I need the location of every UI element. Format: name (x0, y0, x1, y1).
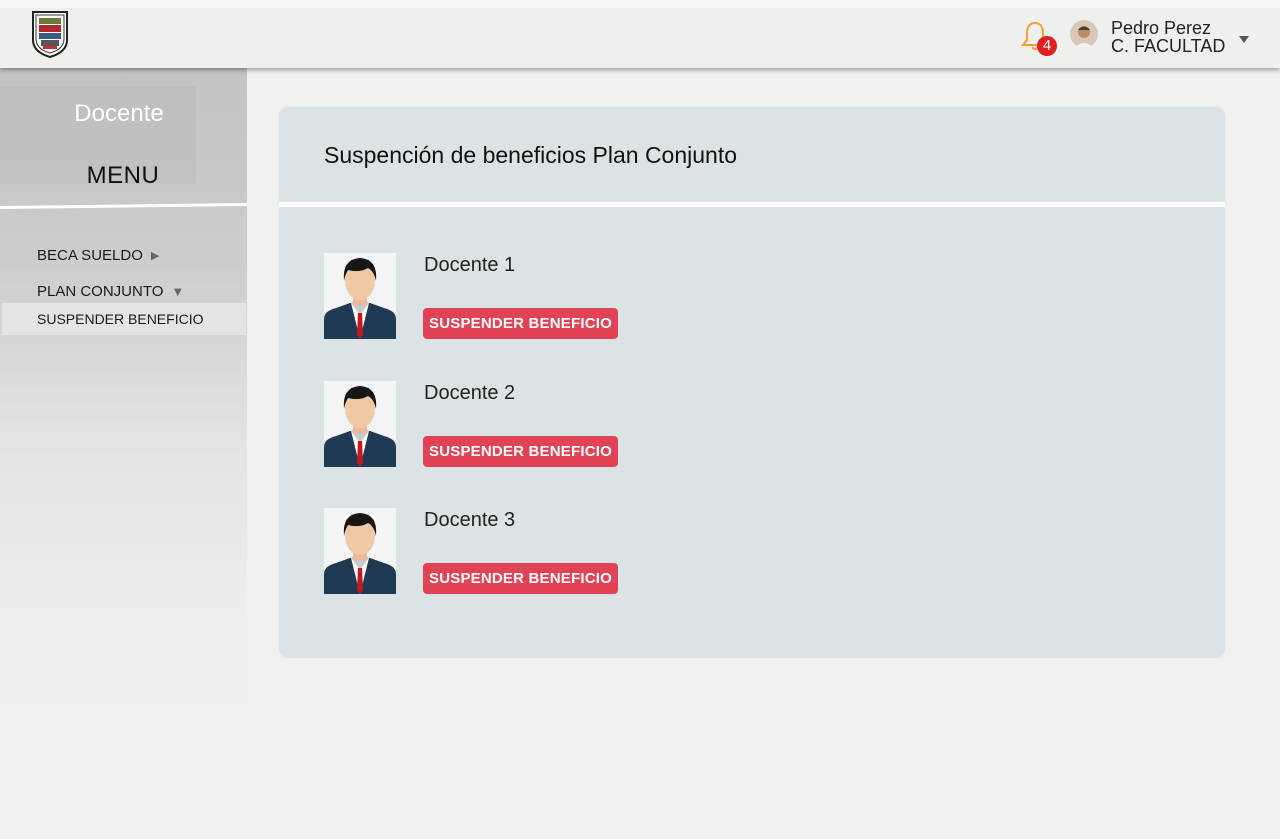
menu-title: MENU (86, 162, 160, 189)
docente-photo (324, 381, 396, 467)
sidebar-item-label: BECA SUELDO (37, 247, 143, 264)
chevron-down-icon: ▼ (171, 284, 185, 299)
suspend-benefit-button[interactable]: SUSPENDER BENEFICIO (423, 436, 618, 467)
caret-down-icon[interactable] (1237, 32, 1251, 46)
sidebar-subitem-label: SUSPENDER BENEFICIO (37, 311, 204, 327)
top-bar: 4 Pedro Perez C. FACULTAD (0, 0, 1280, 68)
main-card: Suspención de beneficios Plan Conjunto D… (278, 106, 1226, 659)
sidebar: Docente MENU BECA SUELDO ▶ PLAN CONJUNTO… (0, 68, 247, 728)
suspend-benefit-button[interactable]: SUSPENDER BENEFICIO (423, 308, 618, 339)
docente-name: Docente 1 (424, 254, 516, 276)
person-avatar-icon (324, 253, 396, 339)
person-avatar-icon (324, 508, 396, 594)
user-avatar[interactable] (1070, 20, 1098, 48)
list-item: Docente 3 SUSPENDER BENEFICIO (324, 508, 924, 594)
list-item: Docente 1 SUSPENDER BENEFICIO (324, 253, 924, 339)
docente-name: Docente 3 (424, 509, 516, 531)
sidebar-item-plan-conjunto[interactable]: PLAN CONJUNTO ▼ (37, 283, 184, 300)
sidebar-item-beca-sueldo[interactable]: BECA SUELDO ▶ (37, 247, 159, 264)
sidebar-divider (0, 203, 247, 209)
card-divider (279, 202, 1225, 207)
suspend-benefit-button[interactable]: SUSPENDER BENEFICIO (423, 563, 618, 594)
docente-photo (324, 253, 396, 339)
sidebar-role: Docente (74, 100, 164, 127)
avatar-icon (1070, 20, 1098, 48)
docente-photo (324, 508, 396, 594)
university-crest-logo[interactable] (31, 10, 69, 58)
user-role: C. FACULTAD (1111, 36, 1226, 56)
docente-name: Docente 2 (424, 382, 516, 404)
list-item: Docente 2 SUSPENDER BENEFICIO (324, 381, 924, 467)
sidebar-subitem-suspender-beneficio[interactable]: SUSPENDER BENEFICIO (2, 303, 246, 335)
notification-badge[interactable]: 4 (1037, 36, 1057, 56)
page-title: Suspención de beneficios Plan Conjunto (324, 142, 738, 168)
person-avatar-icon (324, 381, 396, 467)
sidebar-item-label: PLAN CONJUNTO (37, 283, 164, 300)
user-name: Pedro Perez (1111, 18, 1212, 38)
chevron-right-icon: ▶ (150, 250, 160, 262)
